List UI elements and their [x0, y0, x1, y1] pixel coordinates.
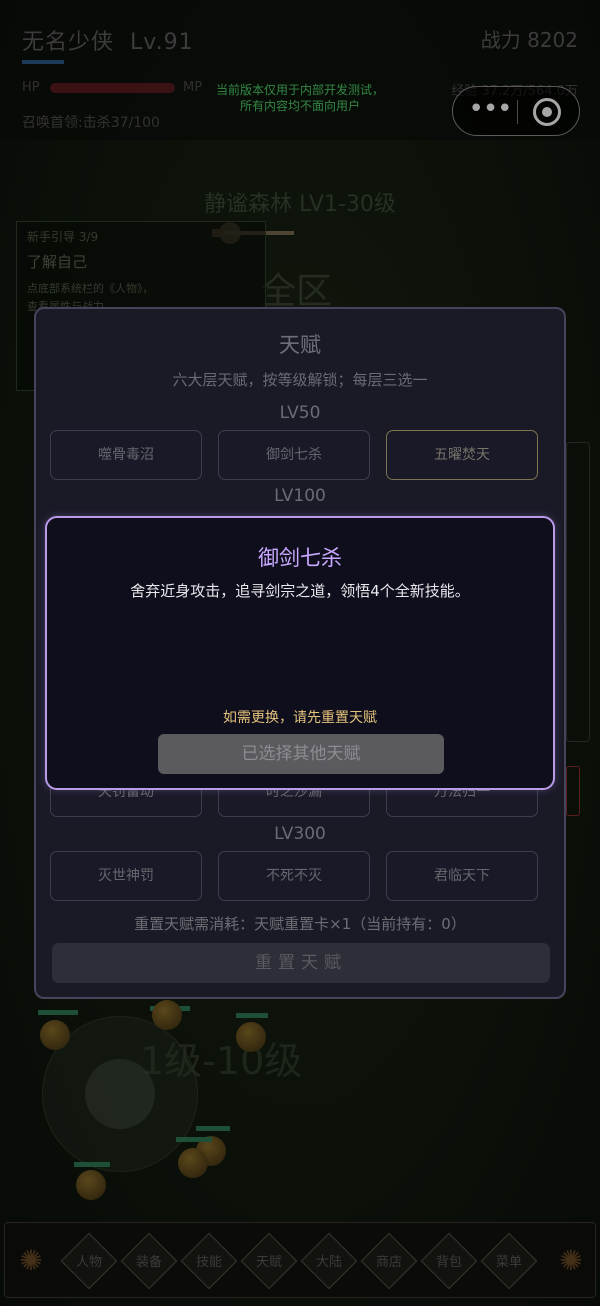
panel-title: 天赋: [279, 333, 321, 357]
talent-option[interactable]: 不死不灭: [218, 851, 370, 901]
tier-label-lv100: LV100: [274, 486, 326, 506]
detail-description: 舍弃近身攻击，追寻剑宗之道，领悟4个全新技能。: [130, 582, 470, 600]
tier-label-lv50: LV50: [279, 403, 321, 423]
already-selected-button[interactable]: 已选择其他天赋: [158, 734, 444, 774]
detail-title: 御剑七杀: [258, 546, 342, 570]
reset-talent-button[interactable]: 重置天赋: [52, 943, 550, 983]
talent-detail-popup: 御剑七杀 舍弃近身攻击，追寻剑宗之道，领悟4个全新技能。 如需更换，请先重置天赋…: [45, 516, 555, 790]
talent-option[interactable]: 灭世神罚: [50, 851, 202, 901]
talent-option[interactable]: 噬骨毒沼: [50, 430, 202, 480]
talent-option[interactable]: 御剑七杀: [218, 430, 370, 480]
tier-label-lv300: LV300: [274, 824, 326, 844]
reset-cost-note: 重置天赋需消耗：天赋重置卡×1（当前持有：0）: [134, 915, 466, 933]
panel-subtitle: 六大层天赋，按等级解锁；每层三选一: [172, 371, 428, 389]
detail-tip: 如需更换，请先重置天赋: [223, 710, 377, 726]
talent-option-selected[interactable]: 五曜焚天: [386, 430, 538, 480]
side-button-edge: [566, 766, 580, 816]
talent-option[interactable]: 君临天下: [386, 851, 538, 901]
